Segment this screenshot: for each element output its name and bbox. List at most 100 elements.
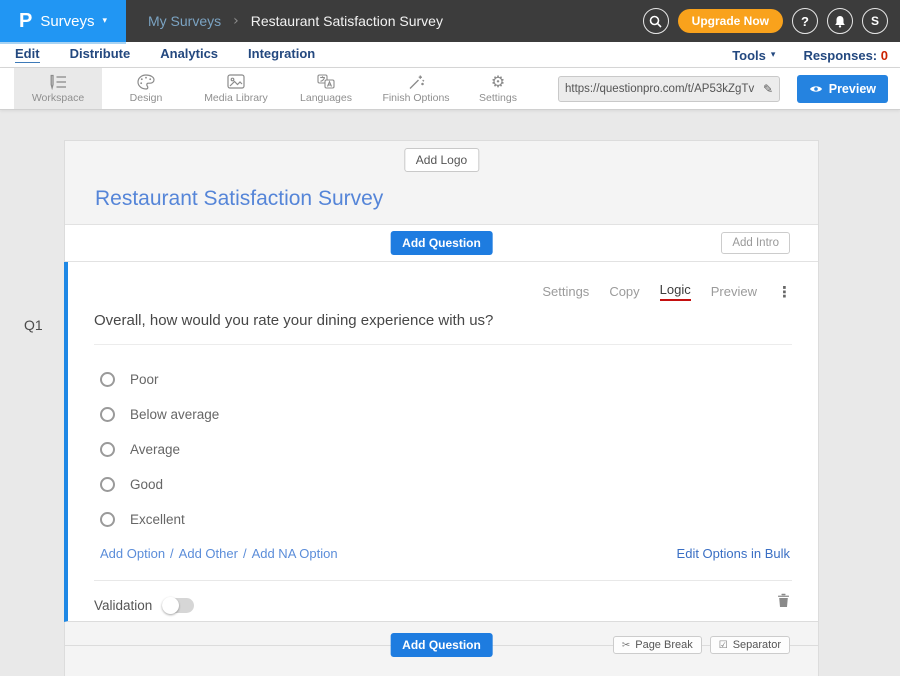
toolbar-item-media-library[interactable]: Media Library xyxy=(190,68,282,109)
add-na-option-link[interactable]: Add NA Option xyxy=(252,546,338,561)
radio-button-icon[interactable] xyxy=(100,442,115,457)
question-actions: Settings Copy Logic Preview ⋮ xyxy=(542,282,792,301)
add-other-link[interactable]: Add Other xyxy=(179,546,238,561)
link-separator: / xyxy=(243,546,247,561)
toolbar-item-workspace[interactable]: Workspace xyxy=(14,68,102,109)
question-preview-link[interactable]: Preview xyxy=(711,284,757,299)
survey-header-section: Add Logo Restaurant Satisfaction Survey xyxy=(65,141,818,225)
option-label[interactable]: Excellent xyxy=(130,512,185,527)
tab-integration[interactable]: Integration xyxy=(248,46,315,63)
answer-option[interactable]: Below average xyxy=(100,397,219,432)
eye-icon xyxy=(809,84,823,94)
kebab-menu-icon[interactable]: ⋮ xyxy=(777,285,792,299)
question-divider xyxy=(94,344,792,345)
toolbar-label: Settings xyxy=(479,92,517,104)
question-card: Settings Copy Logic Preview ⋮ Overall, h… xyxy=(64,262,818,622)
toggle-knob xyxy=(162,597,179,614)
top-header: P Surveys ▾ My Surveys › Restaurant Sati… xyxy=(0,0,900,42)
tab-distribute[interactable]: Distribute xyxy=(70,46,131,63)
responses-counter[interactable]: Responses: 0 xyxy=(803,48,888,63)
header-actions: Upgrade Now ? S xyxy=(643,0,888,42)
separator-button[interactable]: ☑ Separator xyxy=(710,636,790,654)
validation-label: Validation xyxy=(94,598,152,613)
option-label[interactable]: Average xyxy=(130,442,180,457)
preview-button[interactable]: Preview xyxy=(797,75,888,103)
survey-nav: Edit Distribute Analytics Integration To… xyxy=(0,42,900,68)
add-question-row-top: Add Question Add Intro xyxy=(65,225,818,262)
answer-option[interactable]: Average xyxy=(100,432,219,467)
notifications-button[interactable] xyxy=(827,8,853,34)
survey-title[interactable]: Restaurant Satisfaction Survey xyxy=(95,187,383,211)
page-break-button[interactable]: ✂ Page Break xyxy=(613,636,702,654)
scissors-icon: ✂ xyxy=(622,640,630,651)
tools-menu[interactable]: Tools ▾ xyxy=(732,48,775,63)
user-avatar[interactable]: S xyxy=(862,8,888,34)
tab-edit[interactable]: Edit xyxy=(15,46,40,63)
delete-question-button[interactable] xyxy=(777,593,790,613)
question-logic-link[interactable]: Logic xyxy=(660,282,691,301)
edit-url-pencil-icon[interactable]: ✎ xyxy=(757,82,779,96)
tools-label: Tools xyxy=(732,48,766,63)
link-separator: / xyxy=(170,546,174,561)
surveys-app-menu[interactable]: P Surveys ▾ xyxy=(0,0,126,42)
magic-wand-icon xyxy=(408,73,425,90)
answer-option[interactable]: Poor xyxy=(100,362,219,397)
search-icon xyxy=(649,15,662,28)
option-label[interactable]: Below average xyxy=(130,407,219,422)
add-option-link[interactable]: Add Option xyxy=(100,546,165,561)
card-footer-section: Add Question ✂ Page Break ☑ Separator xyxy=(65,622,818,676)
upgrade-now-button[interactable]: Upgrade Now xyxy=(678,9,783,33)
option-label[interactable]: Poor xyxy=(130,372,159,387)
survey-url-field[interactable]: https://questionpro.com/t/AP53kZgTv ✎ xyxy=(558,76,780,102)
add-question-button-top[interactable]: Add Question xyxy=(390,231,493,255)
responses-label: Responses: xyxy=(803,48,877,63)
breadcrumb-my-surveys[interactable]: My Surveys xyxy=(148,13,221,29)
answer-options-list: Poor Below average Average Good Excellen… xyxy=(100,362,219,537)
toolbar-item-finish-options[interactable]: Finish Options xyxy=(370,68,462,109)
validation-toggle[interactable] xyxy=(162,598,194,613)
editor-toolbar: Workspace Design Media Library Languages… xyxy=(0,68,900,110)
radio-button-icon[interactable] xyxy=(100,407,115,422)
chevron-down-icon: ▾ xyxy=(771,50,776,60)
avatar-initial: S xyxy=(871,14,879,28)
toolbar-item-design[interactable]: Design xyxy=(102,68,190,109)
breadcrumb-separator-icon: › xyxy=(233,13,239,29)
question-settings-link[interactable]: Settings xyxy=(542,284,589,299)
toolbar-item-languages[interactable]: Languages xyxy=(282,68,370,109)
chevron-down-icon: ▾ xyxy=(103,16,108,26)
radio-button-icon[interactable] xyxy=(100,372,115,387)
surveys-menu-label: Surveys xyxy=(40,13,94,30)
add-logo-button[interactable]: Add Logo xyxy=(404,148,479,172)
radio-button-icon[interactable] xyxy=(100,477,115,492)
search-button[interactable] xyxy=(643,8,669,34)
separator-box-icon: ☑ xyxy=(719,640,728,651)
validation-row: Validation xyxy=(94,592,194,618)
trash-icon xyxy=(777,593,790,608)
option-label[interactable]: Good xyxy=(130,477,163,492)
bell-icon xyxy=(834,15,846,28)
toolbar-label: Media Library xyxy=(204,92,268,104)
toolbar-item-settings[interactable]: ⚙ Settings xyxy=(462,68,534,109)
question-copy-link[interactable]: Copy xyxy=(609,284,639,299)
add-intro-button[interactable]: Add Intro xyxy=(721,232,790,254)
toolbar-label: Languages xyxy=(300,92,352,104)
responses-count: 0 xyxy=(881,48,888,63)
design-palette-icon xyxy=(137,73,155,90)
help-button[interactable]: ? xyxy=(792,8,818,34)
nav-tabs: Edit Distribute Analytics Integration xyxy=(0,46,315,63)
validation-divider xyxy=(94,580,792,581)
question-number: Q1 xyxy=(24,317,43,333)
add-question-button-bottom[interactable]: Add Question xyxy=(390,633,493,657)
answer-option[interactable]: Good xyxy=(100,467,219,502)
nav-right: Tools ▾ Responses: 0 xyxy=(732,42,888,68)
question-text[interactable]: Overall, how would you rate your dining … xyxy=(94,312,493,329)
radio-button-icon[interactable] xyxy=(100,512,115,527)
edit-options-in-bulk-link[interactable]: Edit Options in Bulk xyxy=(677,546,790,561)
app-window: P Surveys ▾ My Surveys › Restaurant Sati… xyxy=(0,0,900,676)
answer-option[interactable]: Excellent xyxy=(100,502,219,537)
toolbar-label: Finish Options xyxy=(382,92,449,104)
workspace-icon xyxy=(48,73,68,90)
separator-label: Separator xyxy=(733,639,781,651)
questionpro-logo: P xyxy=(19,10,32,33)
tab-analytics[interactable]: Analytics xyxy=(160,46,218,63)
